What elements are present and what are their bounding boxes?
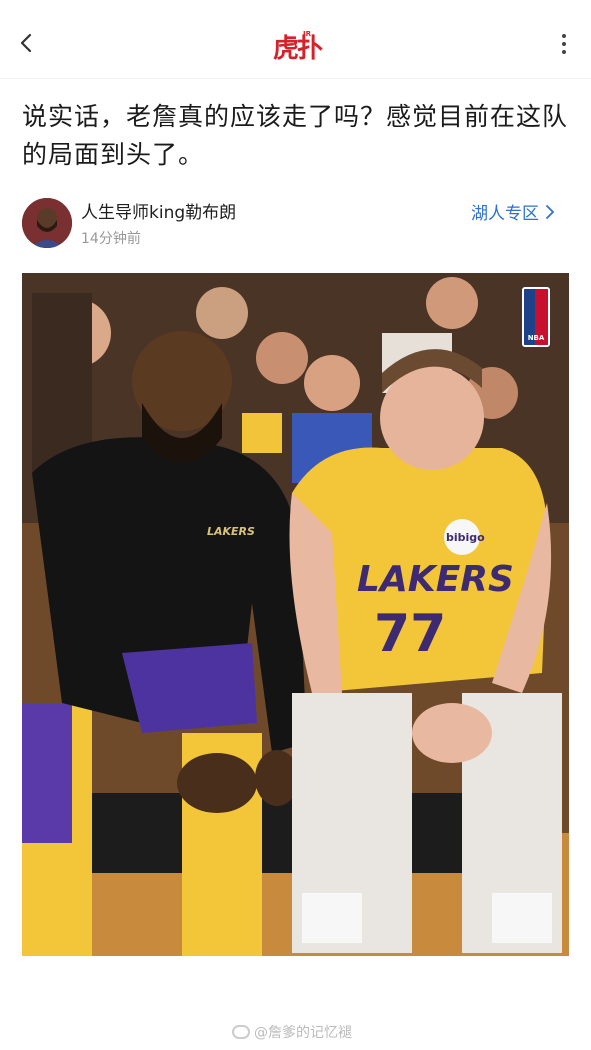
watermark-text: @詹爹的记忆褪 bbox=[254, 1025, 352, 1041]
more-button[interactable] bbox=[554, 34, 574, 60]
hupu-logo: 虎扑 JR bbox=[273, 30, 323, 66]
avatar-image bbox=[22, 198, 72, 248]
author-avatar[interactable] bbox=[22, 198, 72, 248]
weibo-icon bbox=[232, 1025, 250, 1039]
logo-superscript: JR bbox=[303, 30, 311, 38]
nba-logo: NBA bbox=[522, 287, 550, 347]
section-label: 湖人专区 bbox=[471, 204, 539, 224]
more-vertical-icon bbox=[554, 34, 574, 54]
jersey-number: 77 bbox=[374, 604, 446, 664]
jersey-sponsor: bibigo bbox=[446, 531, 485, 544]
author-name[interactable]: 人生导师king勒布朗 bbox=[81, 198, 236, 223]
chevron-right-icon bbox=[546, 204, 554, 219]
nba-logo-text: NBA bbox=[527, 334, 545, 342]
chevron-left-icon bbox=[20, 33, 32, 53]
post-title: 说实话，老詹真的应该走了吗？感觉目前在这队的局面到头了。 bbox=[22, 102, 569, 169]
jersey-team-text: LAKERS bbox=[357, 559, 514, 600]
section-link[interactable]: 湖人专区 bbox=[471, 199, 557, 224]
warmup-text: LAKERS bbox=[207, 525, 255, 538]
post-photo[interactable]: LAKERS LAKERS 77 bibigo NBA bbox=[22, 273, 569, 956]
lakers-bench-illustration: LAKERS LAKERS 77 bibigo bbox=[22, 273, 569, 956]
logo-text: 虎扑 bbox=[273, 34, 323, 64]
top-bar: 虎扑 JR bbox=[0, 0, 591, 79]
watermark: @詹爹的记忆褪 bbox=[232, 1022, 352, 1042]
back-button[interactable] bbox=[14, 30, 40, 56]
post-time: 14分钟前 bbox=[81, 231, 141, 247]
